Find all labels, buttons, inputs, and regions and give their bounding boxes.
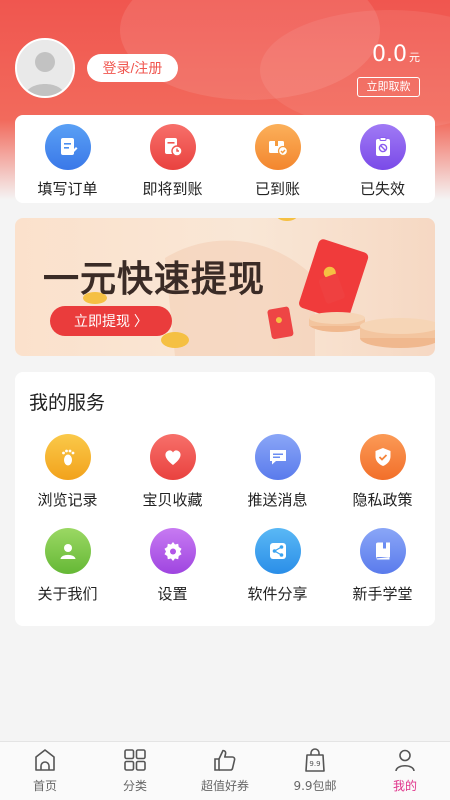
tab-mine[interactable]: 我的 xyxy=(360,742,450,800)
order-status-card: 填写订单 即将到账 已到账 已失效 xyxy=(15,115,435,203)
service-item-privacy[interactable]: 隐私政策 xyxy=(330,434,435,510)
shopping-bag-icon: 9.9 xyxy=(305,748,325,772)
clock-doc-icon xyxy=(149,124,196,170)
service-item-about[interactable]: 关于我们 xyxy=(15,528,120,604)
balance-unit: 元 xyxy=(409,51,420,64)
tab-free-shipping[interactable]: 9.9 9.9包邮 xyxy=(270,742,360,800)
tab-label: 分类 xyxy=(122,779,147,793)
gear-icon xyxy=(149,528,196,574)
thumbs-up-icon xyxy=(214,749,236,771)
order-item-label: 已到账 xyxy=(254,180,300,198)
shield-icon xyxy=(359,434,406,480)
category-grid-icon xyxy=(124,749,146,771)
services-grid: 浏览记录 宝贝收藏 推送消息 隐私政策 关于我们 设置 软件分享 新手学堂 xyxy=(15,434,435,604)
service-label: 设置 xyxy=(157,585,188,603)
balance-amount: 0.0 元 xyxy=(372,42,420,67)
withdraw-banner[interactable]: 一元快速提现 立即提现 〉 xyxy=(15,218,435,356)
withdraw-now-button[interactable]: 立即取款 xyxy=(357,77,420,97)
banner-title: 一元快速提现 xyxy=(43,259,266,300)
service-item-settings[interactable]: 设置 xyxy=(120,528,225,604)
share-icon xyxy=(254,528,301,574)
login-register-button[interactable]: 登录/注册 xyxy=(87,54,178,82)
service-label: 新手学堂 xyxy=(352,585,413,603)
tab-label: 首页 xyxy=(32,779,57,793)
service-item-tutorial[interactable]: 新手学堂 xyxy=(330,528,435,604)
service-item-favorites[interactable]: 宝贝收藏 xyxy=(120,434,225,510)
order-item-pending[interactable]: 即将到账 xyxy=(120,115,225,203)
service-label: 软件分享 xyxy=(247,585,308,603)
home-icon xyxy=(35,749,55,771)
bottom-tab-bar: 首页 分类 超值好券 9.9 9.9包邮 我的 xyxy=(0,741,450,800)
order-item-arrived[interactable]: 已到账 xyxy=(225,115,330,203)
service-label: 关于我们 xyxy=(37,585,98,603)
withdraw-now-banner-button[interactable]: 立即提现 〉 xyxy=(50,306,172,336)
tab-coupons[interactable]: 超值好券 xyxy=(180,742,270,800)
heart-icon xyxy=(149,434,196,480)
services-title: 我的服务 xyxy=(29,392,106,414)
service-label: 浏览记录 xyxy=(37,491,98,509)
service-label: 宝贝收藏 xyxy=(142,491,203,509)
message-icon xyxy=(254,434,301,480)
service-label: 隐私政策 xyxy=(352,491,413,509)
service-label: 推送消息 xyxy=(247,491,308,509)
footprint-icon xyxy=(44,434,91,480)
order-item-invalid[interactable]: 已失效 xyxy=(330,115,435,203)
avatar[interactable] xyxy=(15,38,75,98)
user-icon xyxy=(44,528,91,574)
invalid-clipboard-icon xyxy=(359,124,406,170)
book-icon xyxy=(359,528,406,574)
balance-value: 0.0 xyxy=(372,42,407,67)
tab-label: 超值好券 xyxy=(200,779,249,793)
tab-category[interactable]: 分类 xyxy=(90,742,180,800)
package-check-icon xyxy=(254,124,301,170)
tab-label: 我的 xyxy=(392,779,417,793)
edit-order-icon xyxy=(44,124,91,170)
my-services-card: 我的服务 浏览记录 宝贝收藏 推送消息 隐私政策 关于我们 设置 软件分享 新手… xyxy=(15,372,435,626)
svg-text:9.9: 9.9 xyxy=(309,760,320,768)
service-item-share[interactable]: 软件分享 xyxy=(225,528,330,604)
service-item-messages[interactable]: 推送消息 xyxy=(225,434,330,510)
order-item-label: 即将到账 xyxy=(142,180,203,198)
order-item-label: 已失效 xyxy=(359,180,405,198)
default-avatar-icon xyxy=(17,40,73,96)
tab-label: 9.9包邮 xyxy=(293,779,337,793)
tab-home[interactable]: 首页 xyxy=(0,742,90,800)
profile-icon xyxy=(395,749,415,772)
order-item-fill[interactable]: 填写订单 xyxy=(15,115,120,203)
order-item-label: 填写订单 xyxy=(37,180,98,198)
service-item-history[interactable]: 浏览记录 xyxy=(15,434,120,510)
